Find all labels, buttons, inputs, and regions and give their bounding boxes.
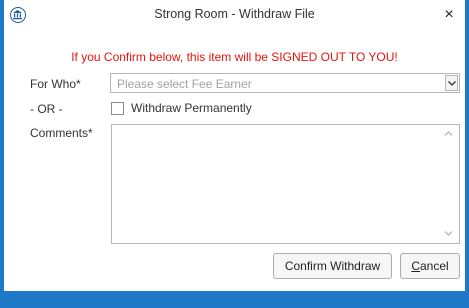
cancel-button[interactable]: Cancel [400, 253, 460, 279]
dialog-title: Strong Room - Withdraw File [154, 7, 315, 21]
sign-out-warning: If you Confirm below, this item will be … [71, 50, 398, 64]
dialog-footer-bar [4, 291, 465, 308]
fee-earner-select[interactable]: Please select Fee Earner [110, 73, 460, 93]
fee-earner-placeholder: Please select Fee Earner [117, 77, 252, 91]
cancel-label-rest: ancel [419, 259, 449, 273]
comments-textarea[interactable] [111, 124, 460, 244]
for-who-label: For Who* [30, 77, 81, 91]
confirm-withdraw-button[interactable]: Confirm Withdraw [273, 253, 392, 279]
chevron-down-icon [448, 81, 456, 86]
close-icon[interactable]: × [441, 7, 457, 23]
or-separator-label: - OR - [30, 102, 63, 116]
withdraw-permanently-label[interactable]: Withdraw Permanently [131, 101, 252, 115]
withdraw-permanently-checkbox[interactable] [111, 102, 124, 115]
scroll-down-icon[interactable] [444, 230, 453, 237]
withdraw-file-dialog: Strong Room - Withdraw File × If you Con… [0, 0, 469, 308]
comments-label: Comments* [30, 126, 93, 140]
cancel-mnemonic: C [411, 259, 420, 273]
dropdown-arrow-button[interactable] [445, 75, 458, 91]
scroll-up-icon[interactable] [444, 130, 453, 137]
title-bar: Strong Room - Withdraw File × [4, 0, 465, 30]
